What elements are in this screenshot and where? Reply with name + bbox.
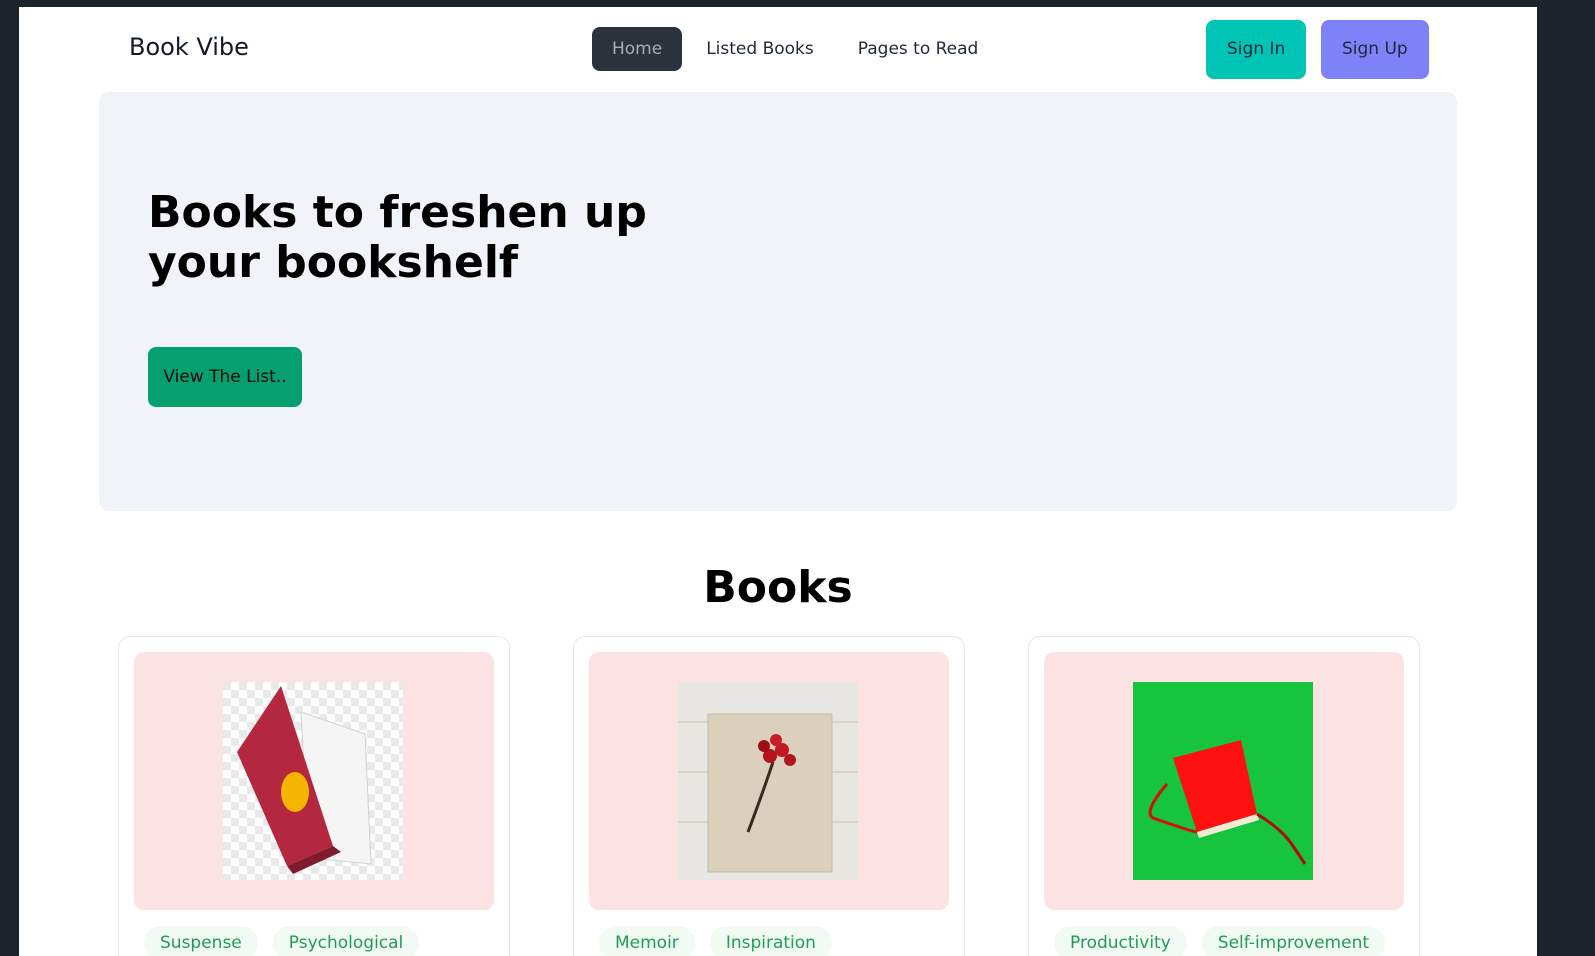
tag-list: Productivity Self-improvement <box>1054 926 1386 956</box>
nav-pages-to-read[interactable]: Pages to Read <box>838 27 999 71</box>
tag[interactable]: Self-improvement <box>1201 926 1386 956</box>
hero-title: Books to freshen up your bookshelf <box>148 187 647 288</box>
book-card[interactable]: Memoir Inspiration <box>573 636 965 956</box>
red-exercise-book-image <box>223 682 403 880</box>
book-cover-container <box>589 652 949 910</box>
red-notebook-on-green-image <box>1133 682 1313 880</box>
nav-listed-books[interactable]: Listed Books <box>686 27 834 71</box>
sign-in-button[interactable]: Sign In <box>1206 20 1307 79</box>
beige-book-with-berries-image <box>678 682 858 880</box>
sign-up-button[interactable]: Sign Up <box>1321 20 1429 79</box>
tag[interactable]: Psychological <box>272 926 420 956</box>
hero-banner: Books to freshen up your bookshelf View … <box>99 92 1457 511</box>
view-list-button[interactable]: View The List.. <box>148 347 302 407</box>
nav-links: Home Listed Books Pages to Read <box>592 27 998 71</box>
tag[interactable]: Suspense <box>144 926 258 956</box>
book-cover-container <box>1044 652 1404 910</box>
tag-list: Memoir Inspiration <box>599 926 832 956</box>
tag[interactable]: Productivity <box>1054 926 1187 956</box>
page: Book Vibe Home Listed Books Pages to Rea… <box>19 7 1537 956</box>
tag[interactable]: Inspiration <box>709 926 832 956</box>
brand-logo[interactable]: Book Vibe <box>129 33 249 61</box>
tag[interactable]: Memoir <box>599 926 695 956</box>
book-cover-container <box>134 652 494 910</box>
tag-list: Suspense Psychological <box>144 926 420 956</box>
book-card[interactable]: Productivity Self-improvement <box>1028 636 1420 956</box>
book-card[interactable]: Suspense Psychological <box>118 636 510 956</box>
navbar: Book Vibe Home Listed Books Pages to Rea… <box>19 7 1537 91</box>
nav-home[interactable]: Home <box>592 27 683 71</box>
books-section-title: Books <box>703 562 853 613</box>
